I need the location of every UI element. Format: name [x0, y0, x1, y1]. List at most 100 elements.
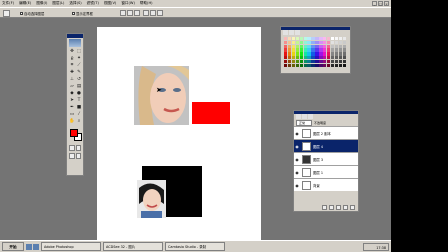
color-swatch[interactable]	[284, 37, 288, 41]
color-swatch[interactable]	[311, 48, 315, 52]
eyedropper-icon[interactable]: ⁄	[76, 112, 82, 118]
color-swatch[interactable]	[287, 37, 292, 41]
color-swatch[interactable]	[299, 59, 304, 64]
color-swatch[interactable]	[334, 40, 339, 45]
menu-window[interactable]: 窗口(W)	[121, 0, 135, 7]
eye-icon[interactable]: ◉	[294, 144, 300, 149]
start-button[interactable]: 开始	[2, 242, 24, 251]
color-swatch[interactable]	[319, 56, 323, 60]
color-swatch[interactable]	[287, 52, 292, 56]
color-swatch[interactable]	[342, 44, 346, 48]
minimize-icon[interactable]: _	[372, 1, 377, 6]
color-swatch[interactable]	[295, 59, 300, 64]
woman-face-photo[interactable]	[134, 66, 189, 125]
color-swatch[interactable]	[338, 59, 343, 64]
color-swatch[interactable]	[284, 40, 288, 45]
color-swatch[interactable]	[326, 44, 331, 48]
move-icon[interactable]: ✥	[69, 49, 75, 55]
align-left-icon[interactable]	[143, 10, 149, 16]
color-swatch[interactable]	[284, 56, 288, 60]
color-swatch[interactable]	[334, 63, 339, 67]
color-swatch[interactable]	[295, 52, 300, 56]
lasso-icon[interactable]: ϱ	[69, 56, 75, 62]
menu-image[interactable]: 图像(I)	[36, 0, 47, 7]
color-swatch[interactable]	[315, 63, 319, 67]
color-swatch[interactable]	[284, 63, 288, 67]
tab-layers[interactable]	[296, 114, 301, 119]
blend-mode-select[interactable]: 正常	[296, 119, 312, 126]
desktop-icon[interactable]	[26, 243, 32, 250]
color-swatch[interactable]	[299, 48, 304, 52]
layer-row[interactable]: ◉ 图层 1	[294, 165, 358, 178]
color-swatch[interactable]	[342, 52, 346, 56]
color-swatch[interactable]	[303, 48, 307, 52]
color-swatch[interactable]	[291, 56, 296, 60]
color-swatch[interactable]	[303, 52, 307, 56]
color-swatch[interactable]	[295, 44, 300, 48]
add-style-icon[interactable]	[322, 205, 327, 210]
color-swatch[interactable]	[330, 59, 335, 64]
color-swatch[interactable]	[284, 48, 288, 52]
photoshop-logo[interactable]	[69, 39, 81, 47]
color-swatch[interactable]	[326, 52, 331, 56]
color-swatch[interactable]	[319, 40, 323, 45]
color-swatch[interactable]	[330, 56, 335, 60]
color-swatch[interactable]	[299, 40, 304, 45]
tab-channels[interactable]	[301, 114, 307, 119]
color-swatch[interactable]	[319, 48, 323, 52]
color-swatch[interactable]	[284, 52, 288, 56]
color-swatch[interactable]	[299, 63, 304, 67]
color-swatch[interactable]	[323, 48, 327, 52]
tab-paths[interactable]	[307, 114, 313, 119]
color-swatch[interactable]	[307, 56, 311, 60]
color-swatch[interactable]	[342, 59, 346, 64]
color-swatch[interactable]	[338, 44, 343, 48]
layer-row[interactable]: ◉ 图层 4	[294, 139, 358, 152]
color-swatch[interactable]	[295, 48, 300, 52]
path-select-icon[interactable]: ➤	[69, 98, 75, 104]
color-swatch[interactable]	[287, 59, 292, 64]
color-swatch[interactable]	[295, 37, 300, 41]
color-swatch[interactable]	[307, 48, 311, 52]
stamp-icon[interactable]: ⊥	[69, 77, 75, 83]
color-swatch[interactable]	[291, 52, 296, 56]
layer-row[interactable]: ◉ 图层 3	[294, 152, 358, 165]
notes-icon[interactable]: ▭	[69, 112, 75, 118]
color-swatch[interactable]	[319, 52, 323, 56]
color-swatch[interactable]	[330, 48, 335, 52]
color-swatch[interactable]	[291, 59, 296, 64]
color-swatch[interactable]	[319, 37, 323, 41]
color-swatch[interactable]	[287, 44, 292, 48]
color-swatch[interactable]	[342, 56, 346, 60]
foreground-color-swatch[interactable]	[70, 129, 78, 137]
color-swatch[interactable]	[291, 63, 296, 67]
brush-icon[interactable]: ✎	[76, 70, 82, 76]
history-brush-icon[interactable]: ↺	[76, 77, 82, 83]
tab-swatches[interactable]	[288, 30, 294, 35]
close-icon[interactable]: ×	[384, 1, 389, 6]
color-swatch[interactable]	[326, 37, 331, 41]
color-swatch[interactable]	[299, 56, 304, 60]
healing-icon[interactable]: ✚	[69, 70, 75, 76]
menu-file[interactable]: 文件(F)	[2, 0, 14, 7]
color-swatch[interactable]	[287, 56, 292, 60]
color-swatch[interactable]	[338, 37, 343, 41]
color-swatch[interactable]	[330, 40, 335, 45]
menu-filter[interactable]: 滤镜(T)	[87, 0, 99, 7]
color-swatch[interactable]	[311, 40, 315, 45]
color-swatch[interactable]	[291, 48, 296, 52]
menu-help[interactable]: 帮助(H)	[140, 0, 153, 7]
blur-icon[interactable]: ◆	[69, 91, 75, 97]
color-swatch[interactable]	[311, 63, 315, 67]
color-swatch[interactable]	[315, 56, 319, 60]
color-swatch[interactable]	[307, 44, 311, 48]
color-swatch[interactable]	[326, 56, 331, 60]
maximize-icon[interactable]: □	[378, 1, 383, 6]
eye-icon[interactable]: ◉	[294, 131, 300, 136]
color-swatch[interactable]	[323, 56, 327, 60]
color-swatch[interactable]	[323, 44, 327, 48]
color-swatch[interactable]	[311, 44, 315, 48]
color-swatch[interactable]	[299, 44, 304, 48]
standard-mode-icon[interactable]	[69, 145, 75, 151]
browser-icon[interactable]	[33, 243, 39, 250]
